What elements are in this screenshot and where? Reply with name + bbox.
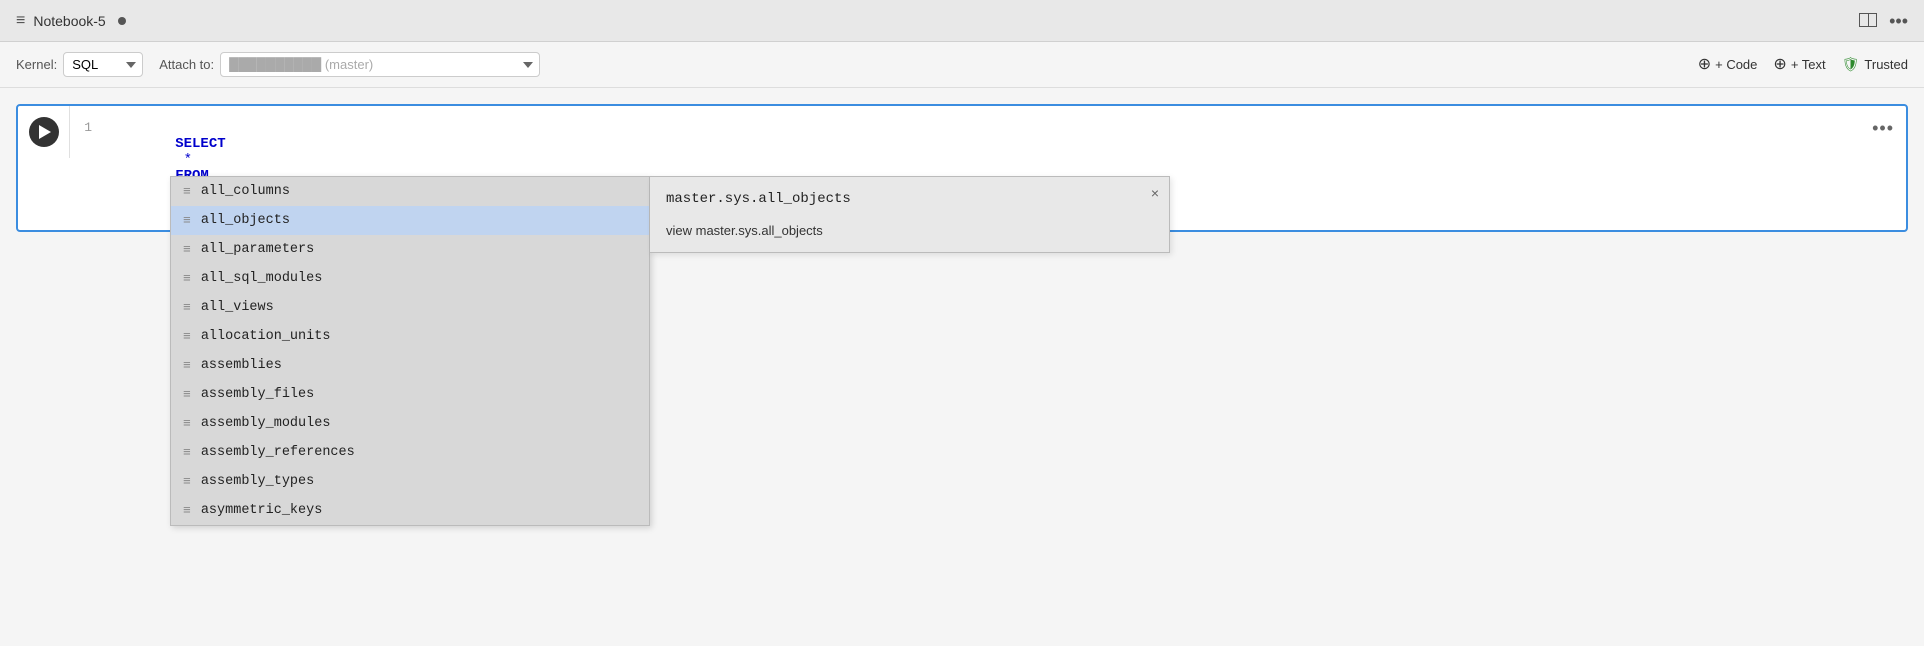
autocomplete-item-name: assembly_references <box>201 445 355 460</box>
autocomplete-item[interactable]: ≡ all_parameters <box>171 235 649 264</box>
trusted-button[interactable]: 🛡 Trusted <box>1842 56 1908 73</box>
table-icon-7: ≡ <box>183 387 191 402</box>
add-code-button[interactable]: ⊕ + Code <box>1698 57 1758 73</box>
select-keyword: SELECT <box>175 136 225 152</box>
table-icon-10: ≡ <box>183 474 191 489</box>
table-icon-5: ≡ <box>183 329 191 344</box>
plus-code-icon: ⊕ <box>1698 57 1711 73</box>
main-area: 1 SELECT * FROM sys. ••• ≡ all_columns ≡ <box>0 88 1924 646</box>
detail-description: view master.sys.all_objects <box>666 223 1153 238</box>
add-text-label: + Text <box>1791 57 1826 72</box>
cell-more-icon: ••• <box>1872 118 1894 138</box>
autocomplete-item[interactable]: ≡ all_sql_modules <box>171 264 649 293</box>
table-icon-2: ≡ <box>183 242 191 257</box>
title-bar-right: ••• <box>1859 12 1908 30</box>
detail-close-button[interactable]: × <box>1151 185 1159 201</box>
table-icon-0: ≡ <box>183 184 191 199</box>
layout-icon[interactable] <box>1859 12 1877 30</box>
autocomplete-item[interactable]: ≡ all_columns <box>171 177 649 206</box>
autocomplete-item[interactable]: ≡ assembly_types <box>171 467 649 496</box>
app-container: ≡ Notebook-5 ••• Kernel: SQL Attach to: … <box>0 0 1924 646</box>
table-icon-9: ≡ <box>183 445 191 460</box>
table-icon-4: ≡ <box>183 300 191 315</box>
run-cell-button[interactable] <box>18 106 70 158</box>
kernel-selector-group: Kernel: SQL <box>16 52 143 77</box>
kernel-select[interactable]: SQL <box>63 52 143 77</box>
autocomplete-item[interactable]: ≡ asymmetric_keys <box>171 496 649 525</box>
trusted-label: Trusted <box>1864 57 1908 72</box>
autocomplete-item[interactable]: ≡ assembly_modules <box>171 409 649 438</box>
autocomplete-item[interactable]: ≡ assemblies <box>171 351 649 380</box>
autocomplete-item[interactable]: ≡ all_views <box>171 293 649 322</box>
plus-text-icon: ⊕ <box>1773 57 1786 73</box>
autocomplete-item-name: all_columns <box>201 184 290 199</box>
detail-panel: × master.sys.all_objects view master.sys… <box>650 176 1170 253</box>
attach-to-group: Attach to: ██████████ (master) <box>159 52 540 77</box>
star-operator: * <box>175 152 200 168</box>
cell-more-button[interactable]: ••• <box>1872 118 1894 139</box>
table-icon-6: ≡ <box>183 358 191 373</box>
autocomplete-wrapper: ≡ all_columns ≡ all_objects ≡ all_parame… <box>170 176 1170 526</box>
run-circle-icon <box>29 117 59 147</box>
autocomplete-item-name: all_objects <box>201 213 290 228</box>
table-icon-8: ≡ <box>183 416 191 431</box>
table-icon-3: ≡ <box>183 271 191 286</box>
toolbar: Kernel: SQL Attach to: ██████████ (maste… <box>0 42 1924 88</box>
autocomplete-item-name: all_views <box>201 300 274 315</box>
notebook-title: Notebook-5 <box>33 13 105 29</box>
add-text-button[interactable]: ⊕ + Text <box>1773 57 1825 73</box>
add-code-label: + Code <box>1715 57 1757 72</box>
autocomplete-item-name: asymmetric_keys <box>201 503 323 518</box>
autocomplete-item-name: all_parameters <box>201 242 314 257</box>
title-bar-left: ≡ Notebook-5 <box>16 12 126 30</box>
detail-title: master.sys.all_objects <box>666 191 1153 207</box>
autocomplete-item-name: assembly_modules <box>201 416 331 431</box>
autocomplete-item[interactable]: ≡ allocation_units <box>171 322 649 351</box>
autocomplete-item-name: allocation_units <box>201 329 331 344</box>
autocomplete-item-name: all_sql_modules <box>201 271 323 286</box>
split-layout-icon <box>1859 13 1877 27</box>
shield-icon: 🛡 <box>1842 56 1860 73</box>
table-icon-11: ≡ <box>183 503 191 518</box>
kernel-label: Kernel: <box>16 57 57 72</box>
title-bar: ≡ Notebook-5 ••• <box>0 0 1924 42</box>
autocomplete-item-name: assembly_files <box>201 387 314 402</box>
attach-select[interactable]: ██████████ (master) <box>220 52 540 77</box>
dirty-indicator <box>118 17 126 25</box>
table-icon-1: ≡ <box>183 213 191 228</box>
autocomplete-item[interactable]: ≡ all_objects <box>171 206 649 235</box>
more-options-button[interactable]: ••• <box>1889 12 1908 30</box>
line-number: 1 <box>70 106 100 149</box>
more-dots-icon: ••• <box>1889 11 1908 31</box>
notebook-icon: ≡ <box>16 12 25 30</box>
attach-label: Attach to: <box>159 57 214 72</box>
autocomplete-item[interactable]: ≡ assembly_files <box>171 380 649 409</box>
autocomplete-item-name: assembly_types <box>201 474 314 489</box>
autocomplete-item-name: assemblies <box>201 358 282 373</box>
autocomplete-item[interactable]: ≡ assembly_references <box>171 438 649 467</box>
autocomplete-list: ≡ all_columns ≡ all_objects ≡ all_parame… <box>170 176 650 526</box>
